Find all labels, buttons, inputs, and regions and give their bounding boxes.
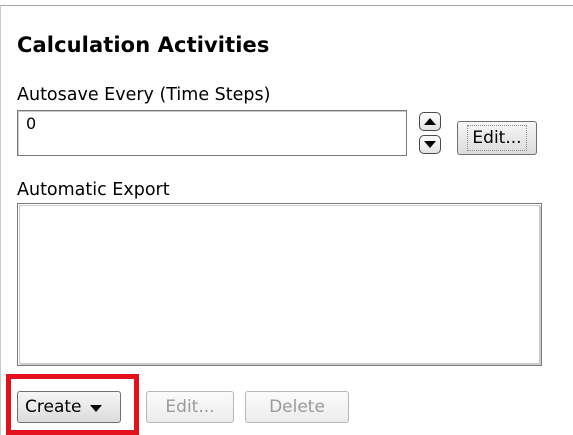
automatic-export-label: Automatic Export <box>17 180 170 200</box>
export-edit-button[interactable]: Edit... <box>146 391 234 423</box>
create-label: Create <box>25 397 82 417</box>
autosave-edit-label: Edit... <box>467 125 527 151</box>
autosave-edit-button[interactable]: Edit... <box>457 121 537 155</box>
export-delete-button[interactable]: Delete <box>245 391 349 423</box>
left-divider <box>0 5 1 435</box>
automatic-export-list[interactable] <box>17 203 542 366</box>
section-title: Calculation Activities <box>17 33 270 57</box>
spin-up-arrow-icon <box>424 118 436 125</box>
spin-down-arrow-icon <box>424 141 436 148</box>
dropdown-arrow-icon <box>89 404 102 412</box>
autosave-increment-button[interactable] <box>419 112 441 131</box>
autosave-input[interactable] <box>17 110 407 156</box>
calculation-activities-panel: Calculation Activities Autosave Every (T… <box>0 0 573 435</box>
autosave-label: Autosave Every (Time Steps) <box>17 85 271 105</box>
top-divider <box>0 5 573 6</box>
autosave-decrement-button[interactable] <box>419 135 441 154</box>
create-dropdown-button[interactable]: Create <box>17 391 121 423</box>
